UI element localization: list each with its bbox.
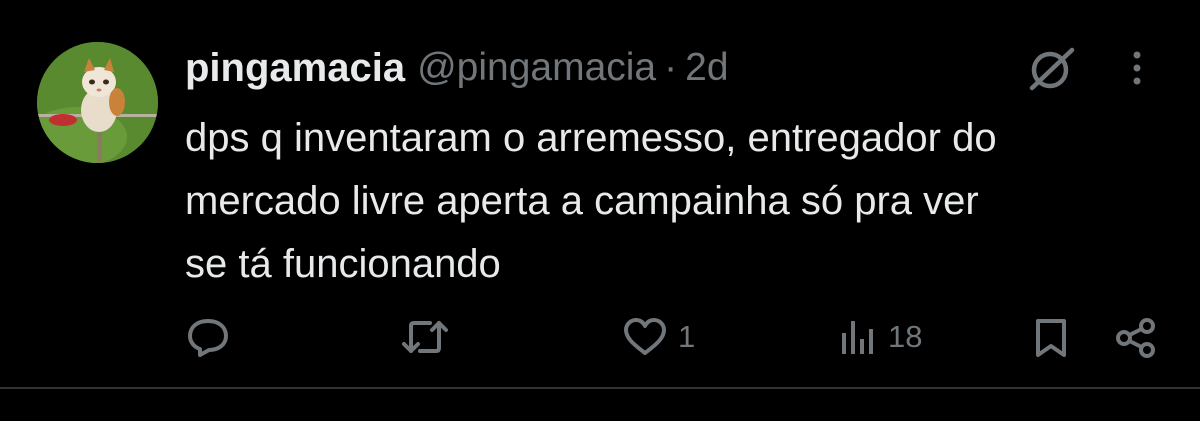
cat-avatar-image [37, 42, 158, 163]
repost-icon [402, 321, 448, 353]
share-button[interactable] [1114, 317, 1158, 359]
tweet-header: pingamacia @pingamacia · 2d [185, 42, 729, 94]
tweet-text: dps q inventaram o arremesso, entregador… [185, 116, 997, 286]
reply-button[interactable] [186, 317, 240, 357]
like-button[interactable]: 1 [622, 317, 695, 357]
bookmark-icon [1036, 319, 1066, 357]
action-bar: 1 18 [0, 305, 1200, 365]
timestamp[interactable]: 2d [685, 46, 728, 90]
avatar[interactable] [37, 42, 158, 163]
views-count: 18 [888, 319, 923, 354]
tweet[interactable]: pingamacia @pingamacia · 2d dps q invent… [0, 0, 1200, 421]
heart-icon [624, 318, 666, 355]
divider [0, 387, 1200, 389]
share-icon [1116, 318, 1155, 358]
more-icon[interactable] [1122, 48, 1152, 88]
like-count: 1 [678, 319, 696, 354]
display-name[interactable]: pingamacia [185, 46, 405, 91]
views-icon [842, 321, 873, 354]
grok-icon[interactable] [1026, 46, 1078, 92]
repost-button[interactable] [401, 317, 459, 357]
views-button[interactable]: 18 [838, 317, 922, 357]
bookmark-button[interactable] [1033, 317, 1069, 359]
separator-dot: · [664, 46, 678, 89]
reply-icon [188, 319, 228, 357]
user-handle[interactable]: @pingamacia [417, 46, 656, 90]
